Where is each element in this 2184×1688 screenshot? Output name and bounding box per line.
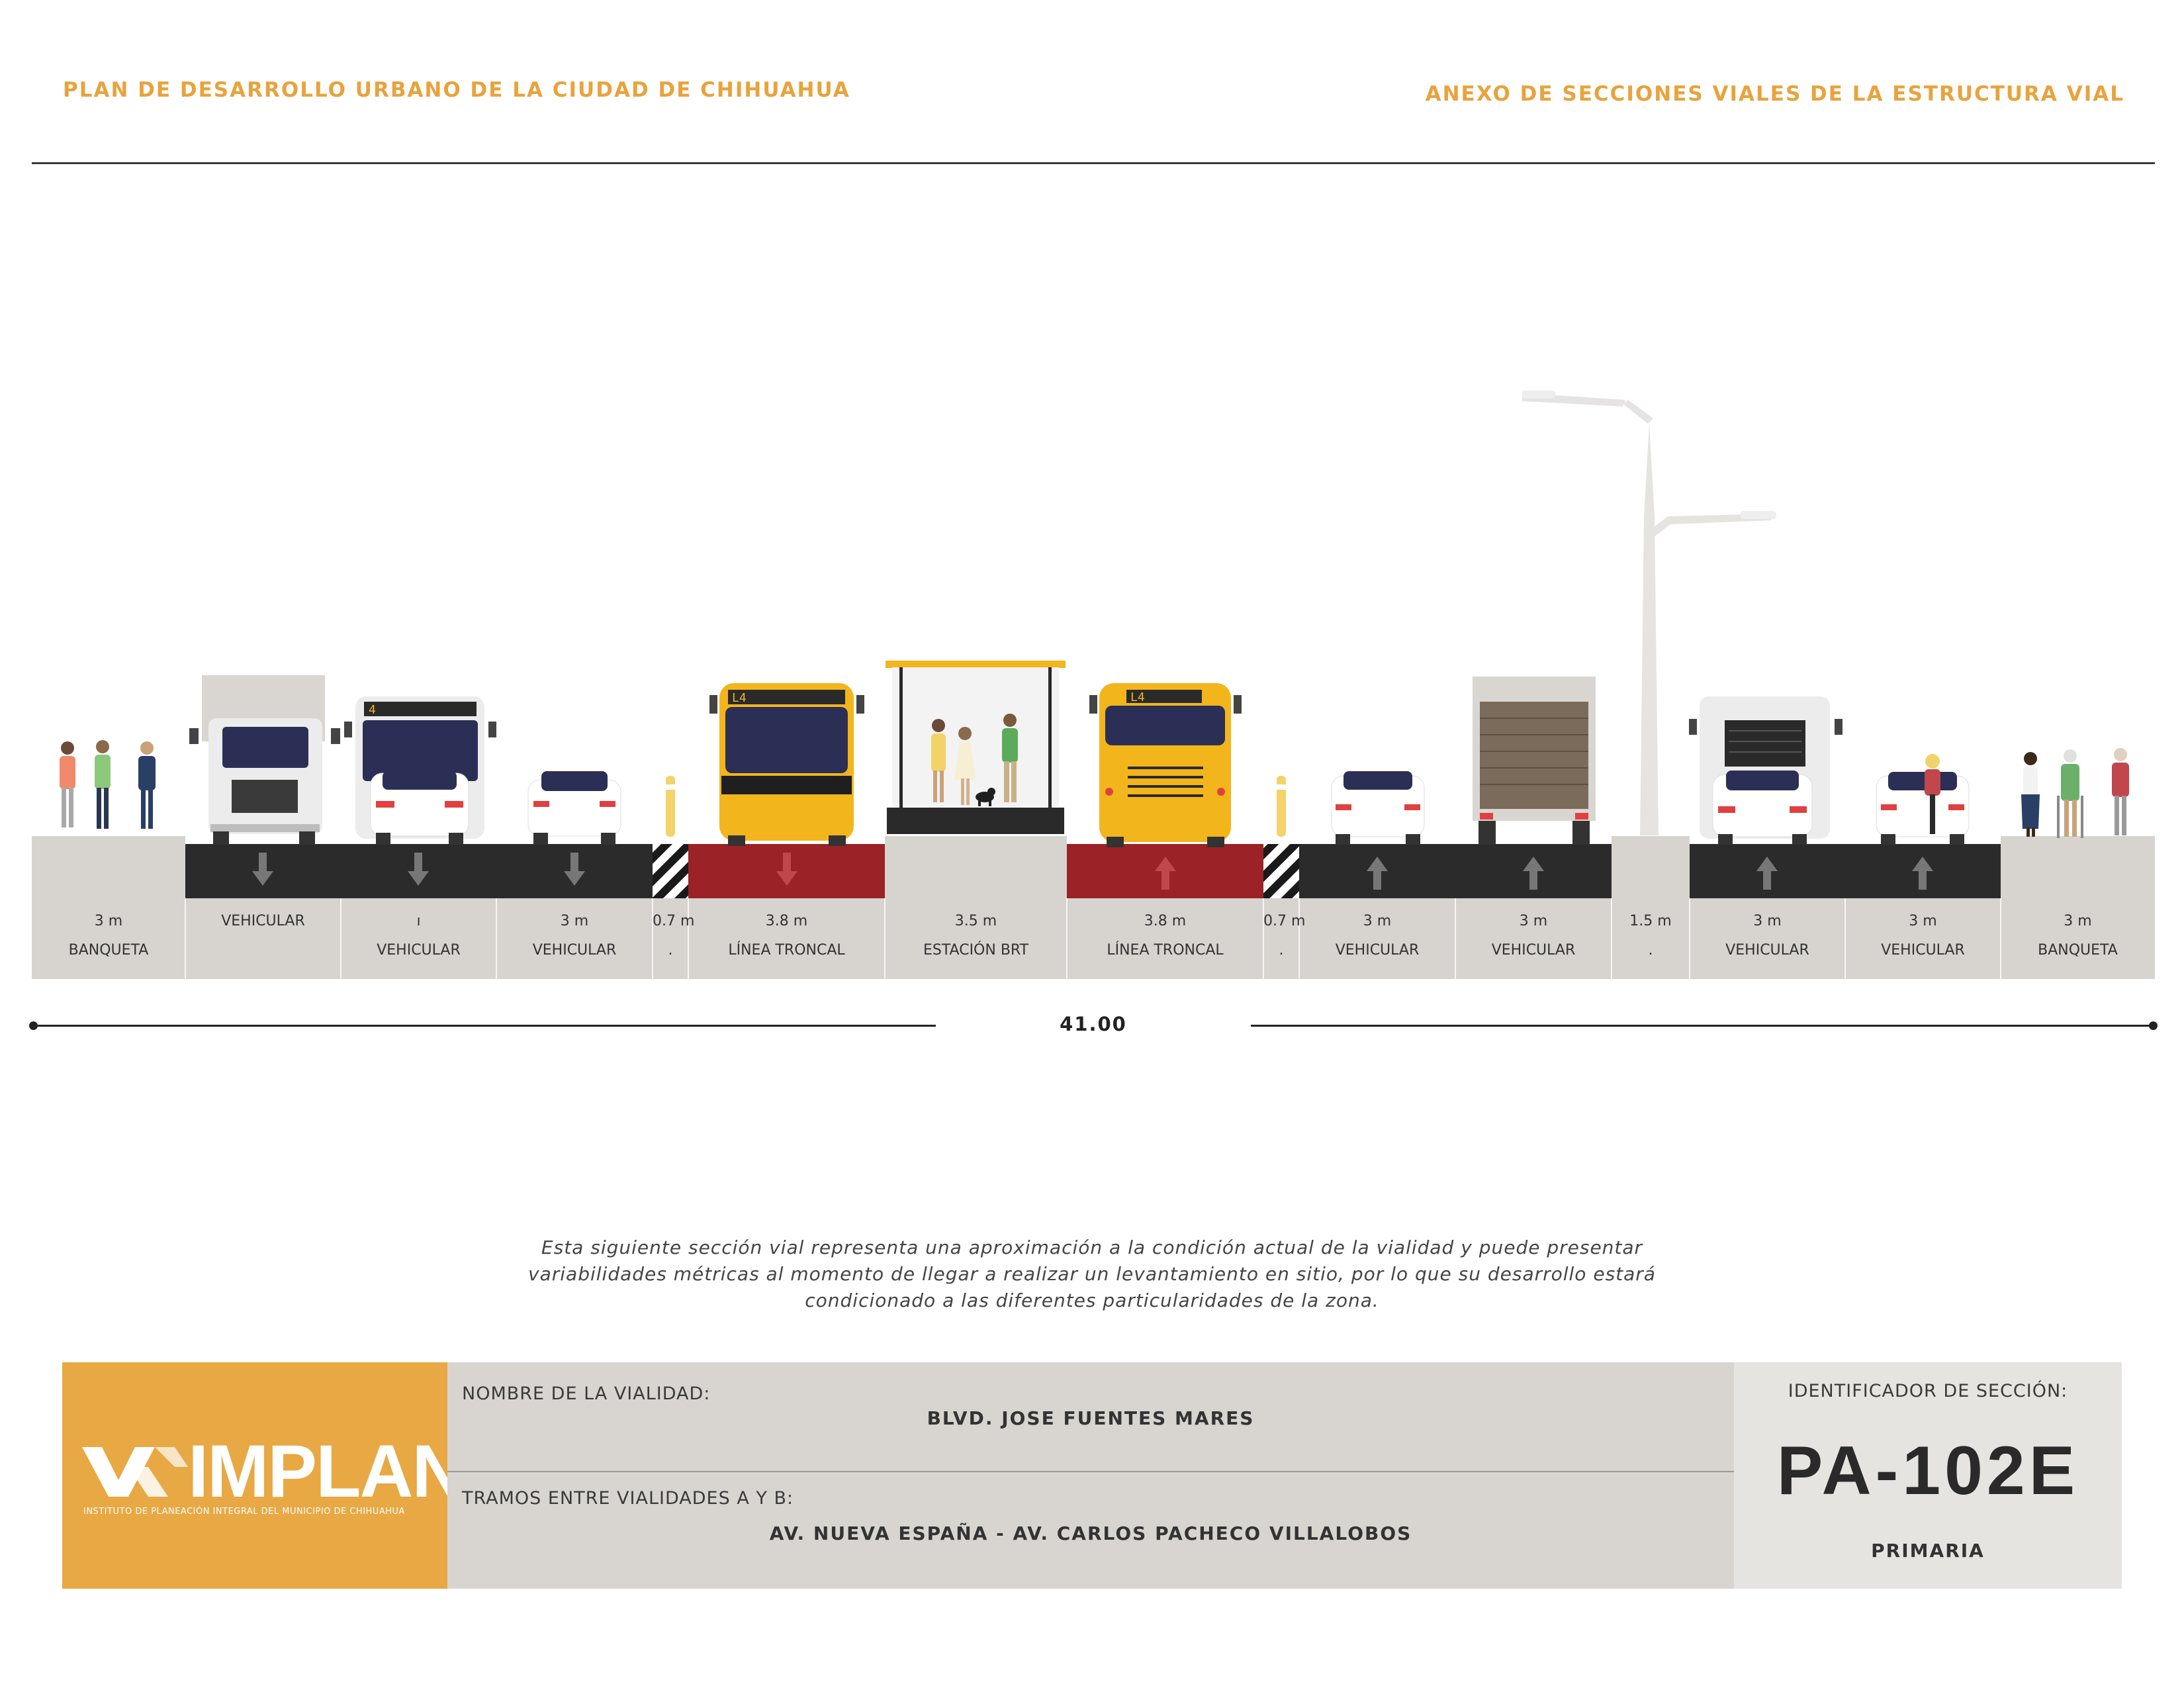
pedestrians-left-icon [60, 740, 156, 829]
total-width-dimension: 41.00 [29, 1013, 2158, 1039]
asphalt-up-surface [1299, 844, 1612, 898]
segment-name: ESTACIÓN BRT [923, 942, 1029, 959]
rear-bus-route-text: 4 [369, 703, 376, 717]
segment-width: 3.5 m [954, 913, 997, 929]
segment-label-column: 3.8 m LÍNEA TRONCAL [688, 907, 885, 965]
title-block: IMPLAN INSTITUTO DE PLANEACIÓN INTEGRAL … [62, 1362, 2122, 1589]
segment-label-column: 1.5 m. [1612, 907, 1690, 965]
brt-right-route-text: L4 [1130, 690, 1145, 704]
implan-logo-subtitle: INSTITUTO DE PLANEACIÓN INTEGRAL DEL MUN… [83, 1507, 405, 1517]
segment-width: 3.8 m [1144, 913, 1187, 929]
car-icon [1331, 771, 1425, 845]
brt-bus-right-icon: L4 [1089, 683, 1242, 847]
segment-name: . [1648, 942, 1653, 959]
segment-name: VEHICULAR [221, 913, 305, 929]
segment-name: LÍNEA TRONCAL [728, 942, 845, 959]
truck-left-icon [189, 675, 340, 845]
segment-label-column: 3 m BANQUETA [32, 907, 185, 965]
segment-label-column: 0.7 m. [653, 907, 695, 965]
asphalt-up2-surface [1690, 844, 2001, 898]
segment-label-column: 3 m VEHICULAR [1690, 907, 1845, 965]
total-width-text: 41.00 [1060, 1013, 1127, 1035]
brt-bus-left-icon: L4 [709, 683, 864, 846]
road-info-panel: NOMBRE DE LA VIALIDAD: BLVD. JOSE FUENTE… [447, 1362, 1734, 1589]
segment-width: 3.8 m [765, 913, 808, 929]
segment-label-column: VEHICULAR [185, 907, 341, 936]
segment-label-column: 3.5 m ESTACIÓN BRT [885, 907, 1067, 965]
bollard-right-icon [1277, 776, 1286, 837]
segment-label-column: 3 m VEHICULAR [1455, 907, 1612, 965]
segment-width: 3 m [1519, 913, 1548, 929]
panel-divider [447, 1471, 1734, 1472]
segment-name: VEHICULAR [532, 942, 617, 959]
segment-width: 0.7 m [1263, 913, 1306, 929]
segment-name: . [668, 942, 673, 959]
segment-label-column: ı VEHICULAR [341, 907, 496, 965]
segment-label-column: 3 m VEHICULAR [1845, 907, 2001, 965]
street-section-illustration: 4 L4 L4 [32, 391, 2155, 979]
section-classification: PRIMARIA [1871, 1540, 1985, 1562]
brt-left-route-text: L4 [732, 691, 747, 705]
box-truck-icon [1473, 677, 1596, 845]
implan-logo: IMPLAN INSTITUTO DE PLANEACIÓN INTEGRAL … [62, 1362, 465, 1589]
segment-name: VEHICULAR [1881, 942, 1965, 959]
car-icon [527, 771, 621, 845]
brt-station-icon [886, 661, 1066, 834]
segment-label-column: 3 m VEHICULAR [496, 907, 653, 965]
segment-width: 3 m [2064, 913, 2092, 929]
segment-label-column: 3.8 m LÍNEA TRONCAL [1067, 907, 1263, 965]
section-id-value: PA-102E [1776, 1432, 2079, 1509]
car-icon [1712, 771, 1813, 845]
pedestrians-right-icon [2021, 748, 2129, 838]
segment-name: VEHICULAR [1491, 942, 1576, 959]
section-id-panel: IDENTIFICADOR DE SECCIÓN: PA-102E PRIMAR… [1734, 1362, 2122, 1589]
segment-width: 1.5 m [1629, 913, 1672, 929]
implan-logo-text: IMPLAN [188, 1430, 465, 1513]
segment-name: . [1279, 942, 1284, 959]
implan-mark-icon [82, 1447, 188, 1497]
segment-label-column: 3 m VEHICULAR [1299, 907, 1455, 965]
segment-width: 3 m [560, 913, 589, 929]
segment-width: 0.7 m [653, 913, 695, 929]
segment-name: VEHICULAR [1335, 942, 1420, 959]
note-line: Esta siguiente sección vial representa u… [541, 1237, 1643, 1258]
car-icon [370, 771, 469, 845]
bollard-left-icon [666, 776, 675, 837]
segment-width: 3 m [1909, 913, 1937, 929]
section-id-label: IDENTIFICADOR DE SECCIÓN: [1788, 1381, 2068, 1401]
road-name-label: NOMBRE DE LA VIALIDAD: [462, 1383, 711, 1404]
segment-width: 3 m [1363, 913, 1392, 929]
disclaimer-note: Esta siguiente sección vial representa u… [463, 1235, 1721, 1314]
segment-name: VEHICULAR [377, 942, 461, 959]
note-line: condicionado a las diferentes particular… [805, 1289, 1379, 1311]
segment-label-column: 0.7 m. [1263, 907, 1306, 965]
segment-name: LÍNEA TRONCAL [1107, 942, 1224, 959]
segment-width: ı [416, 913, 421, 929]
divider-left-surface [653, 844, 688, 898]
car-with-cyclist-icon [1876, 754, 1970, 845]
dimension-line-right [1251, 1025, 2155, 1027]
note-line: variabilidades métricas al momento de ll… [528, 1263, 1656, 1285]
segment-name: BANQUETA [2038, 942, 2118, 959]
dimension-end-dot [2149, 1021, 2158, 1030]
road-name-value: BLVD. JOSE FUENTES MARES [927, 1407, 1255, 1429]
segment-label-column: 3 m BANQUETA [2001, 907, 2155, 965]
segment-width: 3 m [1753, 913, 1782, 929]
segment-name: VEHICULAR [1725, 942, 1809, 959]
segment-value: AV. NUEVA ESPAÑA - AV. CARLOS PACHECO VI… [769, 1523, 1412, 1544]
segment-label: TRAMOS ENTRE VIALIDADES A Y B: [462, 1488, 794, 1509]
divider-right-surface [1263, 844, 1299, 898]
segment-name: BANQUETA [68, 942, 149, 959]
segment-width: 3 m [94, 913, 123, 929]
